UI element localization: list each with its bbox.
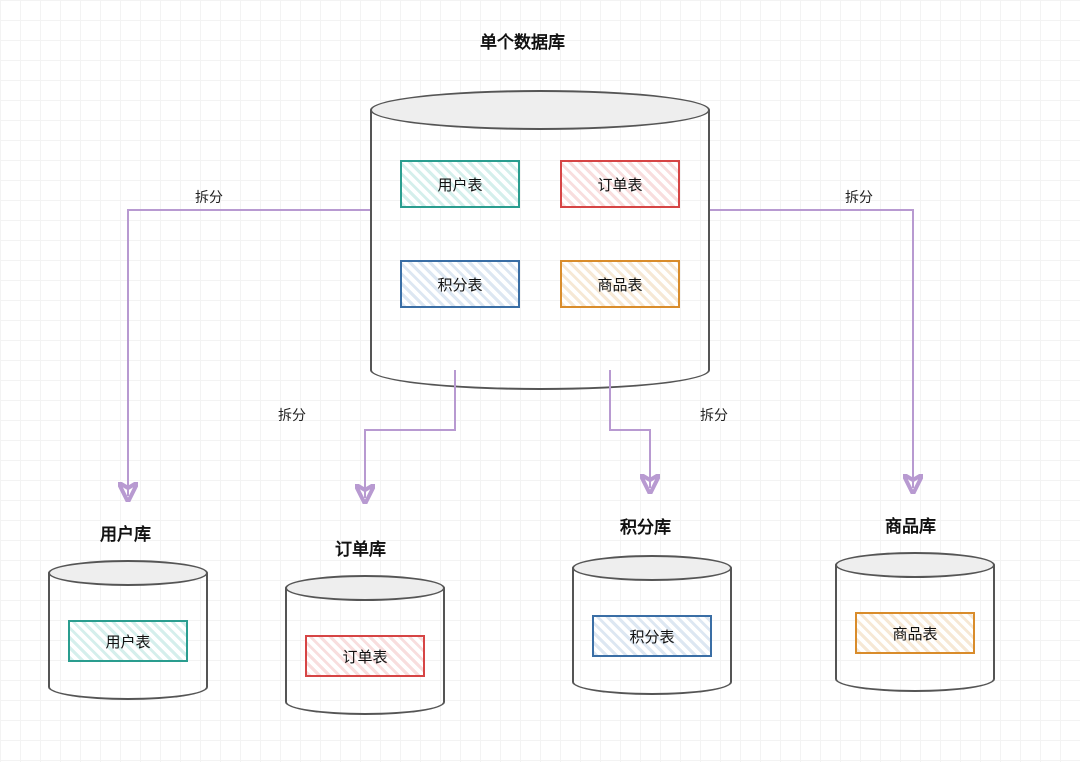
db-points: 积分表 (572, 555, 732, 695)
edge-label-midR: 拆分 (700, 405, 728, 425)
table-points: 积分表 (400, 260, 520, 308)
table-user: 用户表 (400, 160, 520, 208)
table-user-label: 用户表 (437, 174, 482, 195)
table-order-split: 订单表 (305, 635, 425, 677)
table-points-split-label: 积分表 (629, 626, 674, 647)
db-single: 用户表 订单表 积分表 商品表 (370, 90, 710, 370)
edge-label-left: 拆分 (195, 187, 223, 207)
label-db-points: 积分库 (620, 513, 671, 538)
label-db-product: 商品库 (885, 512, 936, 537)
title-main-db: 单个数据库 (480, 28, 565, 53)
table-order-label: 订单表 (597, 174, 642, 195)
table-points-split: 积分表 (592, 615, 712, 657)
db-product: 商品表 (835, 552, 995, 692)
table-points-label: 积分表 (437, 274, 482, 295)
table-product-split-label: 商品表 (892, 623, 937, 644)
edge-label-right: 拆分 (845, 187, 873, 207)
label-db-order: 订单库 (335, 535, 386, 560)
table-product: 商品表 (560, 260, 680, 308)
table-product-split: 商品表 (855, 612, 975, 654)
table-order-split-label: 订单表 (342, 646, 387, 667)
table-order: 订单表 (560, 160, 680, 208)
db-order: 订单表 (285, 575, 445, 715)
db-user: 用户表 (48, 560, 208, 700)
table-product-label: 商品表 (597, 274, 642, 295)
table-user-split-label: 用户表 (105, 631, 150, 652)
table-user-split: 用户表 (68, 620, 188, 662)
edge-label-midL: 拆分 (278, 405, 306, 425)
label-db-user: 用户库 (100, 520, 151, 545)
